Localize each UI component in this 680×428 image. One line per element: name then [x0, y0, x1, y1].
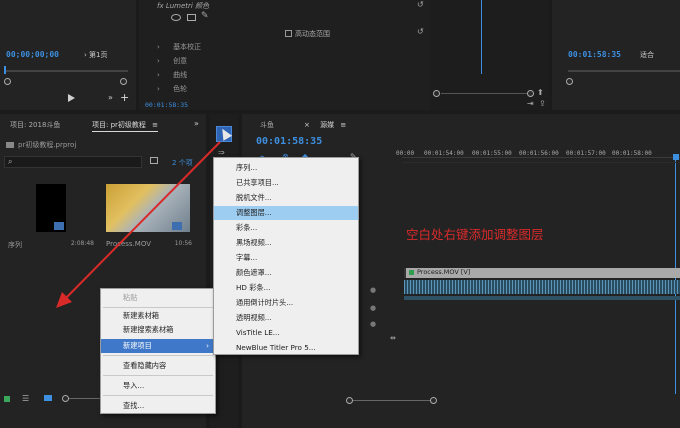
- submenu-item-transparent-video[interactable]: 透明视频...: [214, 311, 358, 325]
- submenu-item-hd-bars[interactable]: HD 彩条...: [214, 281, 358, 295]
- menu-item-new-item[interactable]: 新建项目 ›: [101, 339, 215, 353]
- menu-item-import[interactable]: 导入...: [101, 379, 215, 393]
- submenu-item-sequence[interactable]: 序列...: [214, 161, 358, 175]
- submenu-arrow-icon: ›: [206, 341, 209, 350]
- submenu-item-caption[interactable]: 字幕...: [214, 251, 358, 265]
- menu-divider: [103, 355, 213, 356]
- menu-item-new-bin[interactable]: 新建素材箱: [101, 309, 215, 323]
- submenu-item-countdown[interactable]: 通用倒计时片头...: [214, 296, 358, 310]
- new-item-submenu: 序列... 已共享项目... 脱机文件... 调整图层... 彩条... 黑场视…: [213, 157, 359, 355]
- submenu-item-black-video[interactable]: 黑场视频...: [214, 236, 358, 250]
- menu-item-paste[interactable]: 粘贴: [101, 291, 215, 305]
- submenu-item-vistitle[interactable]: VisTitle LE...: [214, 326, 358, 340]
- submenu-item-offline-file[interactable]: 脱机文件...: [214, 191, 358, 205]
- menu-item-new-search-bin[interactable]: 新建搜索素材箱: [101, 323, 215, 337]
- submenu-item-color-matte[interactable]: 颜色遮罩...: [214, 266, 358, 280]
- menu-divider: [103, 307, 213, 308]
- menu-item-find[interactable]: 查找...: [101, 399, 215, 413]
- submenu-item-adjustment-layer[interactable]: 调整图层...: [214, 206, 358, 220]
- menu-item-view-hidden[interactable]: 查看隐藏内容: [101, 359, 215, 373]
- submenu-item-bars-tone[interactable]: 彩条...: [214, 221, 358, 235]
- arrow-shaft: [63, 141, 221, 301]
- submenu-item-shared-project[interactable]: 已共享项目...: [214, 176, 358, 190]
- menu-divider: [103, 375, 213, 376]
- context-menu: 粘贴 新建素材箱 新建搜索素材箱 新建项目 › 查看隐藏内容 导入... 查找.…: [100, 288, 216, 414]
- submenu-item-newblue[interactable]: NewBlue Titler Pro 5...: [214, 341, 358, 355]
- menu-item-label: 新建项目: [123, 341, 152, 350]
- menu-divider: [103, 395, 213, 396]
